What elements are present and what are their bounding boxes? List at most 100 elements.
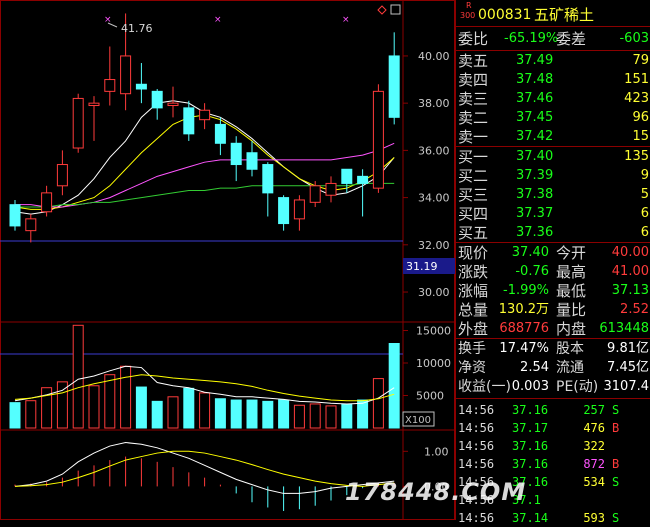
tick-row[interactable]: 14:56 37.17 476 B xyxy=(456,419,650,437)
tick-row[interactable]: 14:56 37.16 872 B xyxy=(456,455,650,473)
quote-row: 涨跌 -0.76 最高 41.00 xyxy=(456,263,650,281)
weibi-row: 委比 -65.19% 委差 -603 xyxy=(456,30,650,48)
tick-time: 14:56 xyxy=(458,421,495,435)
ask-label: 卖五 xyxy=(458,52,489,70)
bid-row[interactable]: 买二 37.39 9 xyxy=(456,167,650,185)
bid-volume: 6 xyxy=(640,225,649,240)
mark-x-3: × xyxy=(342,15,350,25)
mark-x-2: × xyxy=(214,15,222,25)
stats-label: 股本 xyxy=(556,341,584,357)
square-icon[interactable] xyxy=(390,4,401,15)
tick-volume: 593 xyxy=(583,511,605,525)
tick-volume: 476 xyxy=(583,421,605,435)
candle-body xyxy=(25,218,37,232)
candle-body xyxy=(372,90,384,189)
ask-row[interactable]: 卖四 37.48 151 xyxy=(456,71,650,89)
volume-bar xyxy=(56,381,68,429)
tick-row[interactable]: 14:56 37.14 593 S xyxy=(456,509,650,527)
quote-label: 今开 xyxy=(556,244,587,262)
ask-price: 37.46 xyxy=(516,91,554,106)
quote-label: 量比 xyxy=(556,301,587,319)
ask-volume: 423 xyxy=(624,91,649,106)
stats-row: 净资 2.54 流通 7.45亿 xyxy=(456,359,650,377)
candle-body xyxy=(56,164,68,187)
stats-value: 3107.4 xyxy=(603,379,650,394)
tick-price: 37.16 xyxy=(512,439,549,453)
ask-label: 卖一 xyxy=(458,128,489,146)
bid-row[interactable]: 买一 37.40 135 xyxy=(456,148,650,166)
ratio-divider xyxy=(456,50,650,51)
tick-side: B xyxy=(612,457,620,471)
tick-row[interactable]: 14:56 37.16 257 S xyxy=(456,401,650,419)
kline-chart-svg[interactable]: 40.00 38.00 36.00 34.00 32.00 30.00 15000 10000… xyxy=(0,0,455,520)
candle-body xyxy=(309,185,321,203)
stats-label: 流通 xyxy=(556,360,584,376)
bid-row[interactable]: 买四 37.37 6 xyxy=(456,205,650,223)
stats-divider xyxy=(456,398,650,399)
quote-label: 总量 xyxy=(458,301,489,319)
tick-price: 37.16 xyxy=(512,457,549,471)
quote-value: 37.40 xyxy=(511,245,549,260)
bid-volume: 135 xyxy=(624,149,649,164)
bid-volume: 5 xyxy=(640,187,649,202)
bid-label: 买二 xyxy=(458,167,489,185)
ask-row[interactable]: 卖二 37.45 96 xyxy=(456,109,650,127)
tick-time: 14:56 xyxy=(458,457,495,471)
ask-row[interactable]: 卖三 37.46 423 xyxy=(456,90,650,108)
chart-frame xyxy=(0,0,455,520)
candle-body xyxy=(357,175,369,184)
market-badge-bottom: 300 xyxy=(460,11,476,20)
market-badge-top: R xyxy=(466,1,472,10)
tick-time: 14:56 xyxy=(458,511,495,525)
stats-value: 17.47% xyxy=(499,341,549,356)
bid-label: 买一 xyxy=(458,148,489,166)
stats-value: 2.54 xyxy=(520,360,549,375)
quote-value: 37.13 xyxy=(611,283,649,298)
quote-divider xyxy=(456,338,650,339)
quote-value: 130.2万 xyxy=(498,302,549,317)
volume-bar xyxy=(357,399,369,429)
candle-body xyxy=(341,168,353,184)
tick-volume: 257 xyxy=(583,403,605,417)
quote-label: 涨幅 xyxy=(458,282,489,300)
tick-volume: 534 xyxy=(583,475,605,489)
tick-row[interactable]: 14:56 37.16 322 xyxy=(456,437,650,455)
diamond-icon[interactable] xyxy=(377,5,387,15)
quote-label: 外盘 xyxy=(458,320,489,338)
tick-side: S xyxy=(612,403,620,417)
volume-bar xyxy=(262,400,274,429)
volume-bar xyxy=(388,343,400,429)
stats-label: 换手 xyxy=(458,341,486,357)
weibi-value: -65.19% xyxy=(504,31,559,46)
bid-row[interactable]: 买三 37.38 5 xyxy=(456,186,650,204)
candle-body xyxy=(278,197,290,225)
header-divider xyxy=(456,26,650,27)
ask-row[interactable]: 卖五 37.49 79 xyxy=(456,52,650,70)
stats-row: 换手 17.47% 股本 9.81亿 xyxy=(456,340,650,358)
ask-price: 37.42 xyxy=(516,129,554,144)
ask-row[interactable]: 卖一 37.42 15 xyxy=(456,128,650,146)
volume-bar xyxy=(151,400,163,429)
volume-bar xyxy=(120,365,132,429)
quote-value: 40.00 xyxy=(611,245,649,260)
tick-side: S xyxy=(612,511,620,525)
volume-bar xyxy=(25,400,37,429)
candle-body xyxy=(120,55,132,95)
volume-bar xyxy=(278,399,290,429)
bid-label: 买五 xyxy=(458,224,489,242)
stock-name: 五矿稀土 xyxy=(534,6,595,24)
volume-tick-label: 10000 xyxy=(416,357,451,370)
quote-label: 最高 xyxy=(556,263,587,281)
ask-label: 卖二 xyxy=(458,109,489,127)
kline-chart-area[interactable]: 40.00 38.00 36.00 34.00 32.00 30.00 15000 10000… xyxy=(0,0,455,520)
stats-label: 净资 xyxy=(458,360,486,376)
candle-body xyxy=(230,142,242,166)
ask-volume: 96 xyxy=(632,110,649,125)
bid-price: 37.38 xyxy=(516,187,554,202)
candle-body xyxy=(293,199,305,220)
price-tick-label: 30.00 xyxy=(418,286,450,299)
quote-value: -1.99% xyxy=(503,283,549,298)
watermark: 178448.COM xyxy=(345,478,527,506)
bid-row[interactable]: 买五 37.36 6 xyxy=(456,224,650,242)
stock-header: R 300 000831 五矿稀土 xyxy=(456,1,650,26)
